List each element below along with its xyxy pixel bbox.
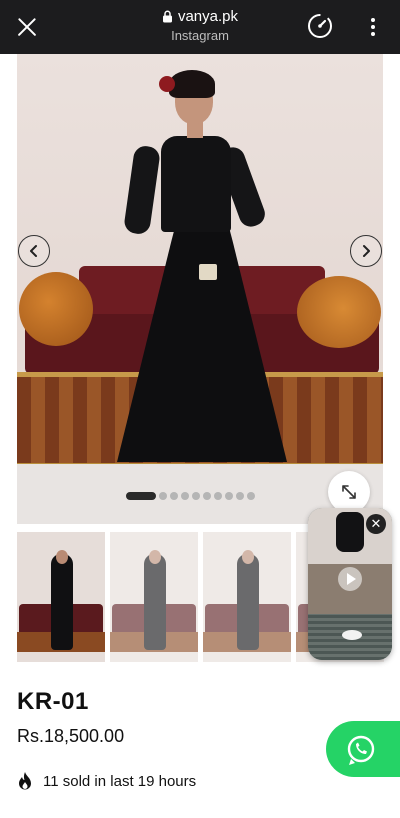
whatsapp-icon bbox=[347, 735, 375, 765]
thumbnail-2[interactable] bbox=[110, 532, 198, 662]
url-line: vanya.pk bbox=[100, 8, 300, 25]
pagination-dot[interactable] bbox=[181, 492, 189, 500]
model-hair bbox=[169, 70, 215, 98]
sold-indicator: 11 sold in last 19 hours bbox=[17, 771, 196, 791]
whatsapp-button[interactable] bbox=[326, 721, 400, 777]
right-bolster-cushion bbox=[297, 276, 381, 348]
more-vertical-icon[interactable] bbox=[366, 14, 380, 40]
zoom-button[interactable] bbox=[328, 471, 370, 513]
gallery-prev-button[interactable] bbox=[18, 235, 50, 267]
pagination-dot[interactable] bbox=[170, 492, 178, 500]
hair-rose bbox=[159, 76, 175, 92]
pagination-dot-active[interactable] bbox=[126, 492, 156, 500]
pagination-dot[interactable] bbox=[192, 492, 200, 500]
pagination-dot[interactable] bbox=[247, 492, 255, 500]
video-model-figure bbox=[336, 512, 364, 552]
product-price: Rs.18,500.00 bbox=[17, 726, 125, 746]
play-icon[interactable] bbox=[338, 567, 362, 591]
url-source: Instagram bbox=[171, 28, 229, 43]
speed-icon[interactable] bbox=[306, 12, 334, 40]
pagination-dot[interactable] bbox=[214, 492, 222, 500]
thumbnail-1[interactable] bbox=[17, 532, 105, 662]
video-swan bbox=[342, 630, 362, 640]
pagination-dot[interactable] bbox=[236, 492, 244, 500]
clutch-bag bbox=[199, 264, 217, 280]
close-icon[interactable] bbox=[12, 12, 42, 42]
expand-icon bbox=[342, 485, 356, 499]
model-left-arm bbox=[123, 144, 161, 236]
address-bar[interactable]: vanya.pk Instagram bbox=[100, 8, 300, 43]
model-neck bbox=[187, 122, 203, 138]
browser-toolbar: vanya.pk Instagram bbox=[0, 0, 400, 54]
chevron-right-icon bbox=[363, 245, 370, 257]
pagination-dot[interactable] bbox=[159, 492, 167, 500]
pagination-dot[interactable] bbox=[203, 492, 211, 500]
product-main-image[interactable] bbox=[17, 54, 383, 524]
model-torso bbox=[161, 136, 231, 232]
lock-icon bbox=[162, 10, 172, 23]
gallery-next-button[interactable] bbox=[350, 235, 382, 267]
product-name: KR-01 bbox=[17, 688, 89, 715]
gallery-pagination bbox=[126, 492, 255, 500]
sold-text: 11 sold in last 19 hours bbox=[43, 772, 197, 790]
left-bolster-cushion bbox=[19, 272, 93, 346]
thumbnail-3[interactable] bbox=[203, 532, 291, 662]
pagination-dot[interactable] bbox=[225, 492, 233, 500]
video-close-button[interactable]: ✕ bbox=[366, 514, 386, 534]
url-domain: vanya.pk bbox=[177, 8, 239, 25]
flame-icon bbox=[19, 772, 31, 790]
chevron-left-icon bbox=[30, 245, 37, 257]
